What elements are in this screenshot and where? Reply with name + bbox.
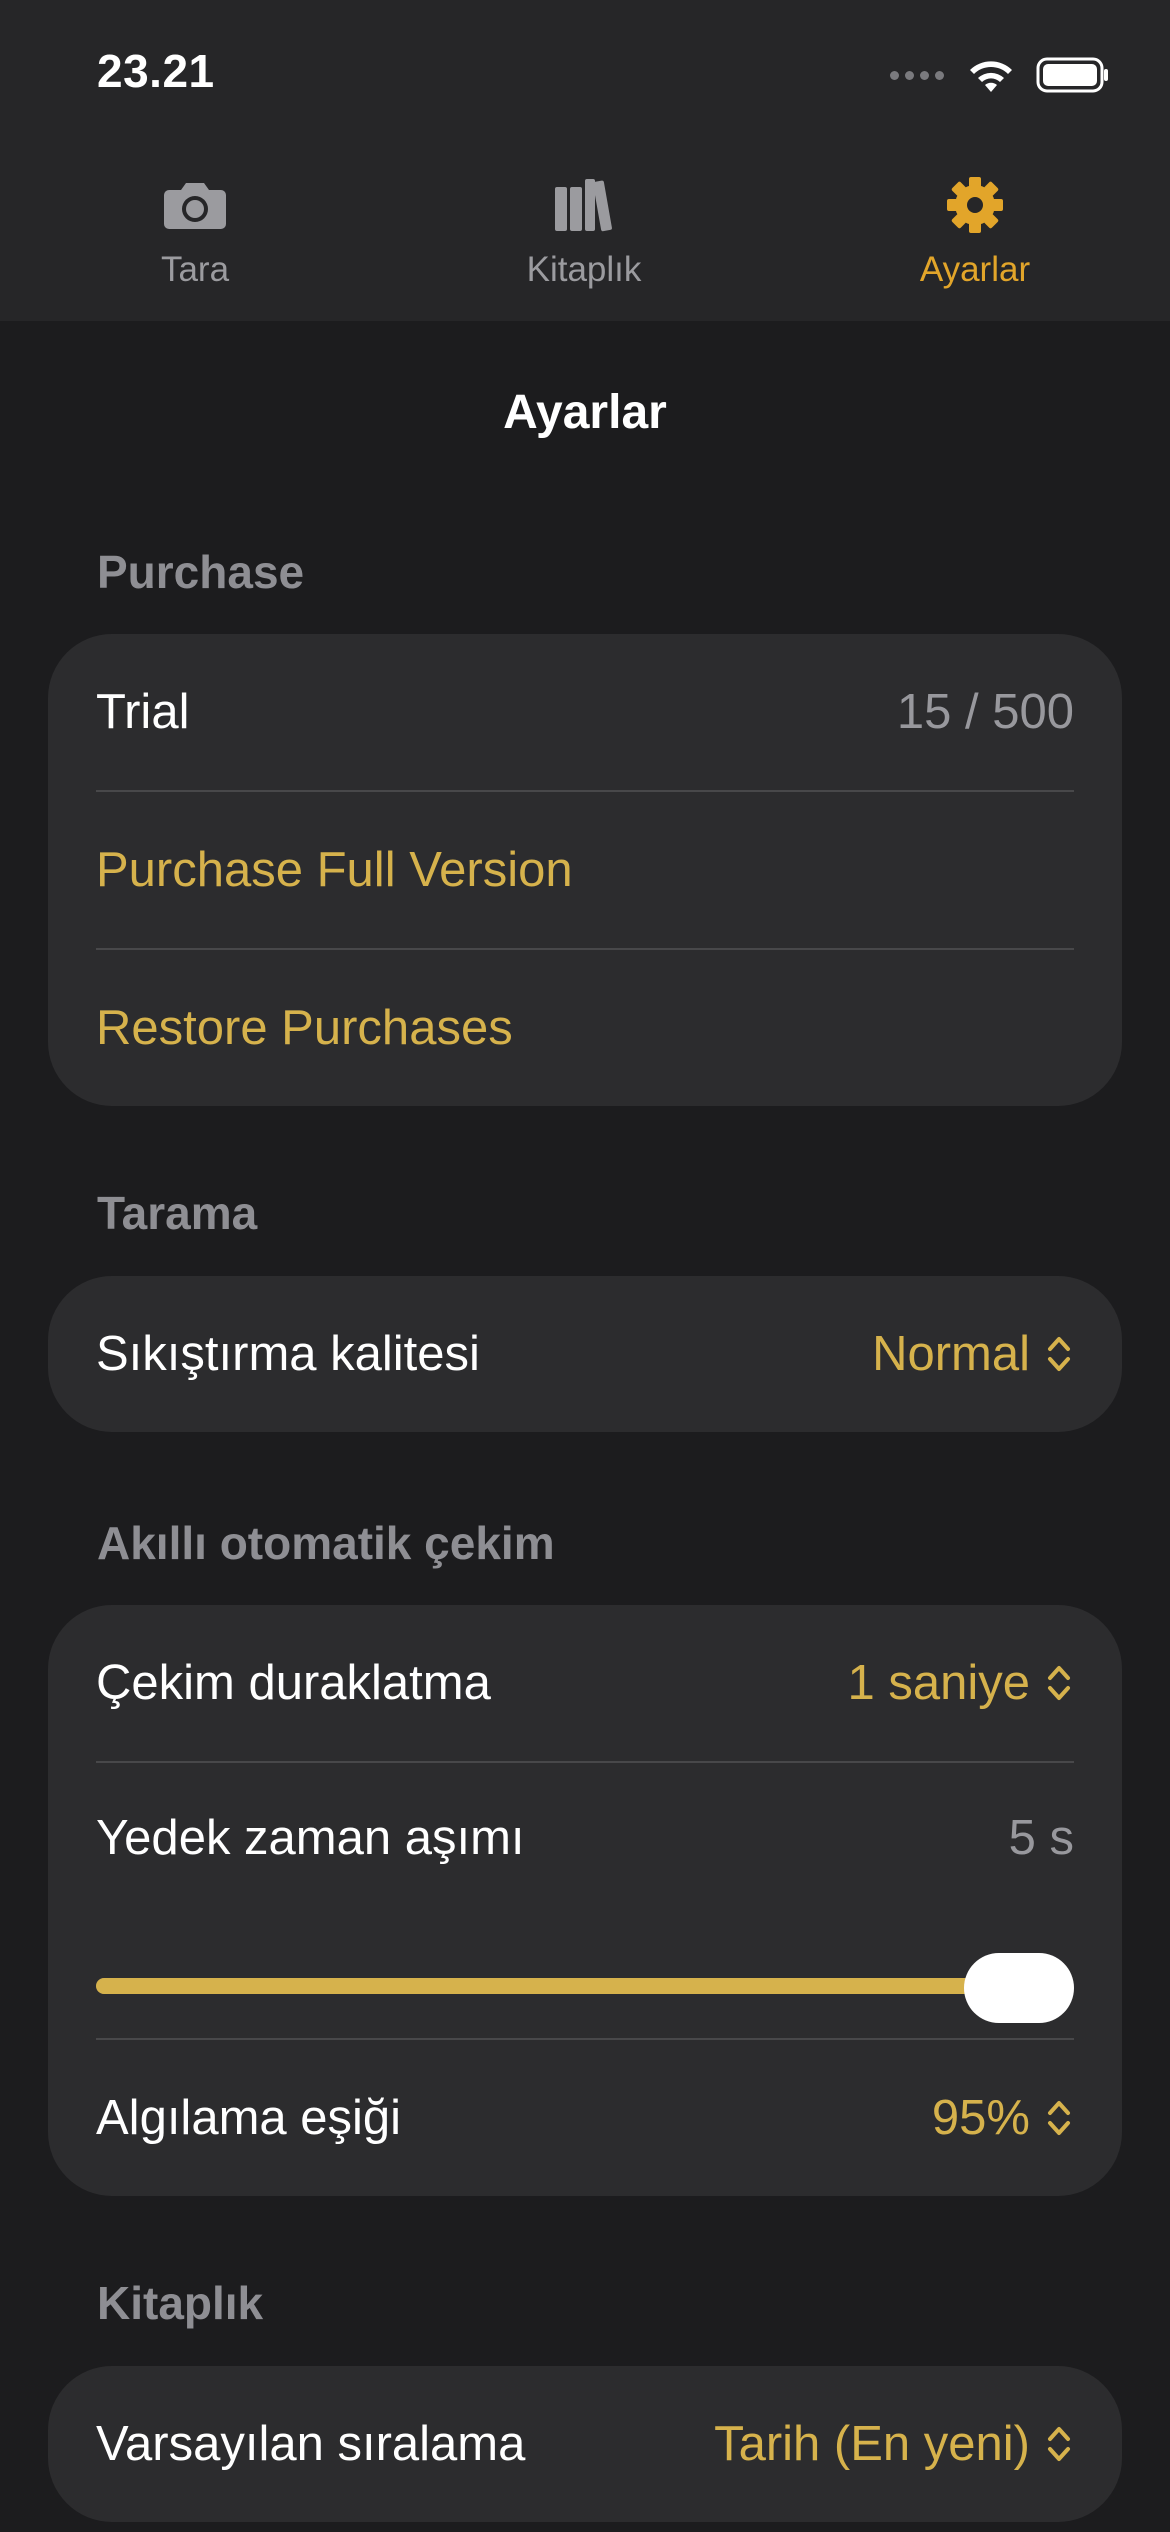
- tab-label: Tara: [160, 250, 230, 289]
- chevron-up-down-icon: [1048, 2427, 1070, 2461]
- section-header-tarama: Tarama: [97, 1187, 258, 1239]
- compression-picker[interactable]: Normal: [872, 1326, 1074, 1382]
- trial-label: Trial: [96, 685, 190, 739]
- compression-row[interactable]: Sıkıştırma kalitesi Normal: [96, 1276, 1074, 1432]
- purchase-full-label: Purchase Full Version: [96, 843, 573, 897]
- status-icons: [890, 50, 1110, 100]
- restore-purchases-button[interactable]: Restore Purchases: [96, 950, 1074, 1106]
- trial-row: Trial 15 / 500: [96, 634, 1074, 792]
- timeout-slider-thumb[interactable]: [964, 1953, 1074, 2023]
- tab-label: Kitaplık: [526, 250, 642, 289]
- purchase-full-button[interactable]: Purchase Full Version: [96, 792, 1074, 950]
- tab-bar: Tara Kitaplık Ayarlar: [0, 170, 1170, 310]
- tab-kitaplik[interactable]: Kitaplık: [454, 170, 714, 290]
- tab-tara[interactable]: Tara: [65, 170, 325, 290]
- threshold-row[interactable]: Algılama eşiği 95%: [96, 2040, 1074, 2196]
- purchase-card: Trial 15 / 500 Purchase Full Version Res…: [48, 634, 1122, 1106]
- chevron-up-down-icon: [1048, 1337, 1070, 1371]
- sort-label: Varsayılan sıralama: [96, 2417, 526, 2471]
- timeout-label: Yedek zaman aşımı: [96, 1811, 525, 1865]
- tab-label: Ayarlar: [919, 250, 1031, 289]
- compression-value: Normal: [872, 1327, 1030, 1381]
- timeout-slider-track[interactable]: [96, 1978, 1074, 1994]
- threshold-value: 95%: [931, 2091, 1030, 2145]
- section-header-auto-capture: Akıllı otomatik çekim: [97, 1517, 555, 1569]
- pause-picker[interactable]: 1 saniye: [847, 1655, 1074, 1711]
- top-bar: 23.21 Tara Kitaplık Ayarlar: [0, 0, 1170, 321]
- library-card: Varsayılan sıralama Tarih (En yeni): [48, 2366, 1122, 2522]
- pause-row[interactable]: Çekim duraklatma 1 saniye: [96, 1605, 1074, 1763]
- pause-label: Çekim duraklatma: [96, 1656, 491, 1710]
- restore-label: Restore Purchases: [96, 1001, 513, 1055]
- gear-icon: [947, 177, 1003, 233]
- compression-label: Sıkıştırma kalitesi: [96, 1327, 480, 1381]
- camera-icon: [164, 183, 226, 229]
- auto-capture-card: Çekim duraklatma 1 saniye Yedek zaman aş…: [48, 1605, 1122, 2196]
- threshold-picker[interactable]: 95%: [932, 2090, 1074, 2146]
- chevron-up-down-icon: [1048, 2101, 1070, 2135]
- timeout-slider-fill: [96, 1978, 1019, 1994]
- tab-ayarlar[interactable]: Ayarlar: [845, 170, 1105, 290]
- trial-count: 15 / 500: [896, 685, 1074, 739]
- signal-icon: [890, 70, 944, 80]
- wifi-icon: [970, 61, 1012, 92]
- section-header-purchase: Purchase: [97, 546, 305, 598]
- status-time: 23.21: [97, 45, 215, 97]
- pause-value: 1 saniye: [847, 1656, 1030, 1710]
- timeout-value: 5 s: [1008, 1811, 1074, 1865]
- page-title: Ayarlar: [503, 386, 667, 439]
- threshold-label: Algılama eşiği: [96, 2091, 402, 2145]
- sort-row[interactable]: Varsayılan sıralama Tarih (En yeni): [96, 2366, 1074, 2522]
- section-header-library: Kitaplık: [97, 2277, 264, 2329]
- chevron-up-down-icon: [1048, 1666, 1070, 1700]
- tarama-card: Sıkıştırma kalitesi Normal: [48, 1276, 1122, 1432]
- books-icon: [555, 179, 612, 232]
- timeout-block: Yedek zaman aşımı 5 s: [96, 1763, 1074, 2040]
- sort-value: Tarih (En yeni): [714, 2417, 1030, 2471]
- battery-icon: [1036, 57, 1108, 93]
- sort-picker[interactable]: Tarih (En yeni): [714, 2416, 1074, 2472]
